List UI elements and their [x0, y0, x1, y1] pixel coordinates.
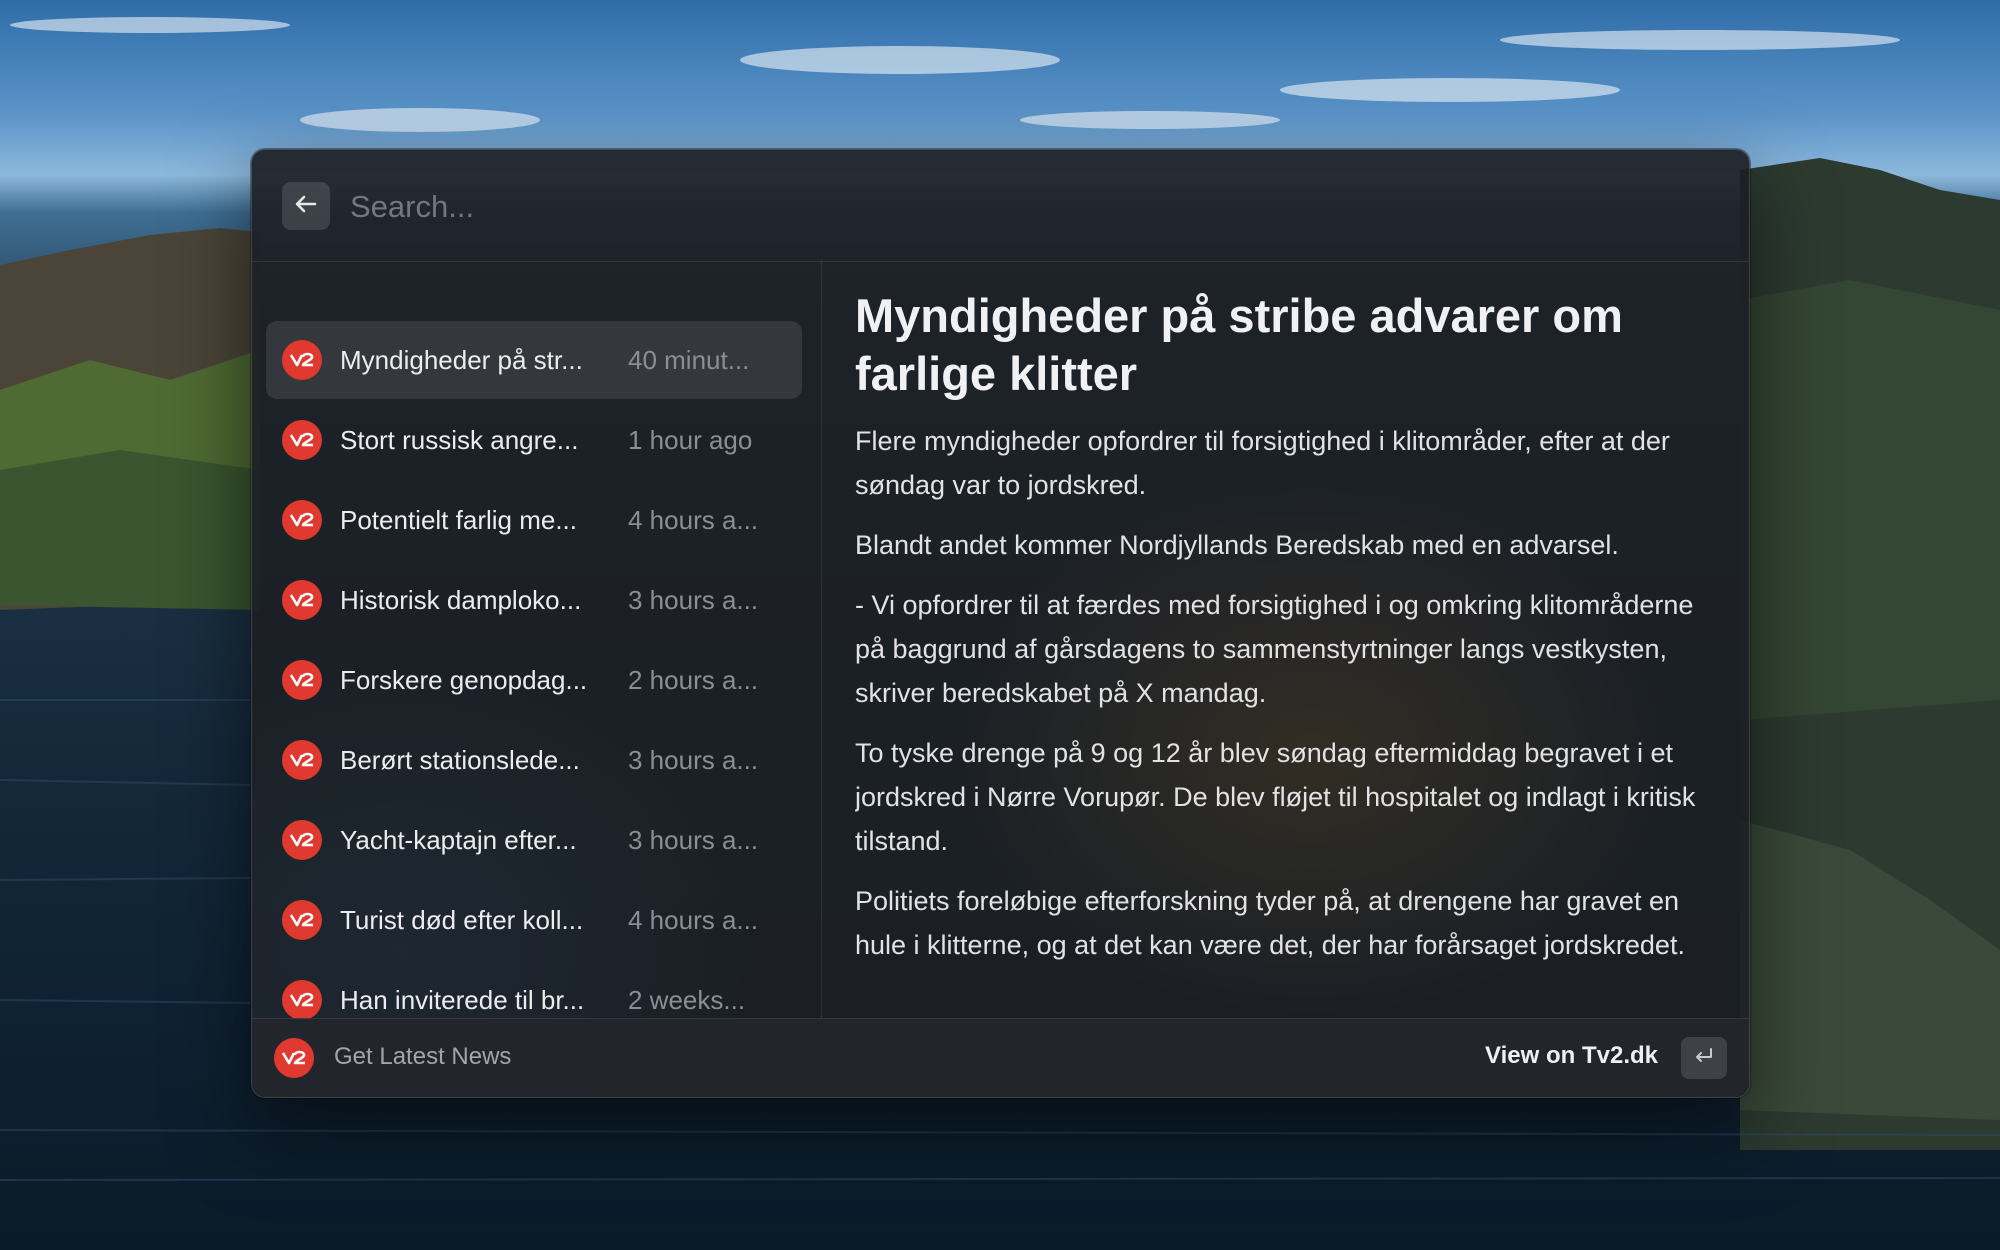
arrow-left-icon [293, 191, 319, 222]
list-item-title: Han inviterede til br... [340, 984, 585, 1015]
view-on-tv2-button[interactable]: View on Tv2.dk [1485, 1042, 1658, 1070]
list-item[interactable]: Yacht-kaptajn efter... 3 hours a... [266, 801, 802, 879]
article-paragraph: To tyske drenge på 9 og 12 år blev sønda… [855, 738, 1696, 856]
raycast-window: Myndigheder på str... 40 minut... Stort ru… [251, 149, 1750, 1098]
list-item[interactable]: Myndigheder på str... 40 minut... [266, 321, 802, 399]
list-item-time: 3 hours a... [628, 584, 759, 615]
list-item-title: Historisk damploko... [340, 584, 582, 615]
tv2-logo-icon [282, 900, 322, 940]
article-headline: Myndigheder på stribe advarer om farlige… [855, 289, 1623, 400]
tv2-logo-icon [282, 820, 322, 860]
command-title: Get Latest News [334, 1043, 512, 1070]
news-list: Myndigheder på str... 40 minut... Stort ru… [252, 261, 821, 1097]
list-item[interactable]: Stort russisk angre... 1 hour ago [266, 401, 802, 479]
search-input[interactable] [348, 180, 1652, 234]
list-item[interactable]: Turist død efter koll... 4 hours a... [266, 881, 802, 959]
list-item-time: 2 weeks... [628, 984, 746, 1015]
list-item-title: Yacht-kaptajn efter... [340, 824, 577, 855]
list-item-time: 3 hours a... [628, 824, 759, 855]
article-paragraph: Blandt andet kommer Nordjyllands Beredsk… [855, 530, 1619, 560]
list-item-time: 4 hours a... [628, 504, 759, 535]
tv2-logo-icon [282, 420, 322, 460]
search-bar [252, 150, 1749, 262]
article-paragraph: - Vi opfordrer til at færdes med forsigt… [855, 590, 1694, 708]
action-bar: Get Latest News View on Tv2.dk [252, 1018, 1749, 1097]
tv2-logo-icon [282, 660, 322, 700]
list-item-title: Stort russisk angre... [340, 424, 579, 455]
tv2-logo-icon [282, 340, 322, 380]
list-item-title: Turist død efter koll... [340, 904, 584, 935]
enter-key-button[interactable] [1681, 1037, 1727, 1079]
tv2-logo-icon [282, 500, 322, 540]
list-item-time: 40 minut... [628, 344, 750, 375]
list-item[interactable]: Historisk damploko... 3 hours a... [266, 561, 802, 639]
list-item-title: Forskere genopdag... [340, 664, 588, 695]
list-item-time: 3 hours a... [628, 744, 759, 775]
tv2-logo-icon [282, 740, 322, 780]
list-item-title: Myndigheder på str... [340, 344, 583, 375]
return-key-icon [1693, 1047, 1715, 1070]
article-detail: Myndigheder på stribe advarer om farlige… [855, 261, 1725, 1018]
pane-divider [821, 261, 822, 1018]
tv2-logo-icon [282, 580, 322, 620]
tv2-logo-icon [282, 980, 322, 1020]
list-item[interactable]: Potentielt farlig me... 4 hours a... [266, 481, 802, 559]
list-item-time: 4 hours a... [628, 904, 759, 935]
article-paragraph: Flere myndigheder opfordrer til forsigti… [855, 426, 1670, 500]
list-item-time: 1 hour ago [628, 424, 753, 455]
list-item[interactable]: Berørt stationslede... 3 hours a... [266, 721, 802, 799]
tv2-logo-icon [274, 1038, 314, 1078]
article-paragraph: Politiets foreløbige efterforskning tyde… [855, 886, 1685, 960]
article-body: Flere myndigheder opfordrer til forsigti… [855, 419, 1720, 983]
back-button[interactable] [282, 182, 330, 230]
list-item-title: Potentielt farlig me... [340, 504, 577, 535]
list-item-title: Berørt stationslede... [340, 744, 580, 775]
list-item[interactable]: Forskere genopdag... 2 hours a... [266, 641, 802, 719]
list-item-time: 2 hours a... [628, 664, 759, 695]
